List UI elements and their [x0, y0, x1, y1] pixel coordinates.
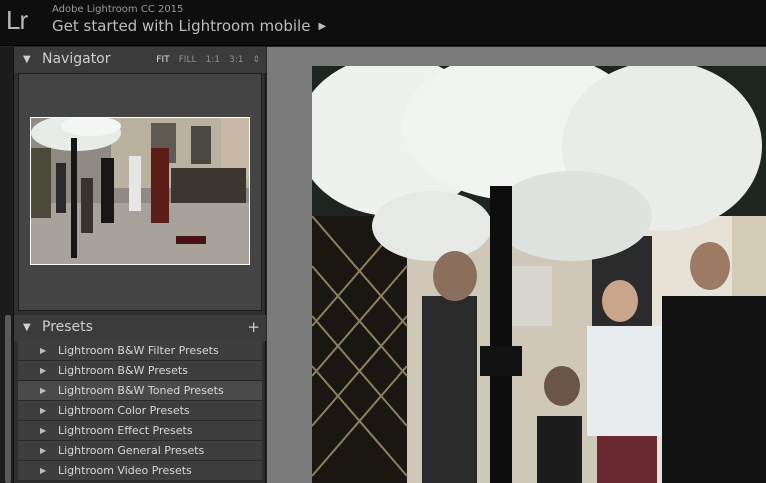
collapse-triangle-icon[interactable]: ▼: [23, 322, 31, 333]
zoom-1-1-option[interactable]: 1:1: [205, 55, 219, 65]
expand-triangle-icon[interactable]: ▶: [40, 366, 46, 375]
preset-folder-label: Lightroom General Presets: [58, 444, 205, 457]
preset-folder-color[interactable]: ▶ Lightroom Color Presets: [18, 401, 262, 421]
zoom-fill-option[interactable]: FILL: [179, 55, 197, 65]
zoom-dropdown-icon[interactable]: ⇕: [252, 55, 260, 65]
mobile-promo-label: Get started with Lightroom mobile: [52, 17, 311, 35]
add-preset-icon[interactable]: +: [247, 318, 260, 336]
expand-triangle-icon[interactable]: ▶: [40, 386, 46, 395]
navigator-preview-area: [18, 73, 262, 311]
expand-triangle-icon[interactable]: ▶: [40, 346, 46, 355]
left-panel: ▼ Navigator FIT FILL 1:1 3:1 ⇕ ▼ Presets…: [14, 47, 266, 483]
left-panel-scrollbar[interactable]: [5, 315, 11, 483]
lightroom-logo: Lr: [6, 5, 28, 35]
preset-list: ▶ Lightroom B&W Filter Presets ▶ Lightro…: [18, 341, 262, 481]
preset-folder-label: Lightroom B&W Filter Presets: [58, 344, 219, 357]
play-arrow-icon: ▶: [318, 21, 327, 32]
street-scene-thumbnail-image: [31, 118, 249, 264]
presets-header[interactable]: ▼ Presets +: [14, 315, 266, 341]
expand-triangle-icon[interactable]: ▶: [40, 446, 46, 455]
expand-triangle-icon[interactable]: ▶: [40, 466, 46, 475]
zoom-fit-option[interactable]: FIT: [156, 55, 169, 65]
preset-folder-bw[interactable]: ▶ Lightroom B&W Presets: [18, 361, 262, 381]
main-canvas: [267, 47, 766, 483]
expand-triangle-icon[interactable]: ▶: [40, 406, 46, 415]
preset-folder-effect[interactable]: ▶ Lightroom Effect Presets: [18, 421, 262, 441]
collapse-triangle-icon[interactable]: ▼: [23, 54, 31, 65]
app-title: Adobe Lightroom CC 2015: [52, 4, 184, 15]
zoom-3-1-option[interactable]: 3:1: [229, 55, 243, 65]
presets-title: Presets: [42, 319, 93, 335]
preset-folder-video[interactable]: ▶ Lightroom Video Presets: [18, 461, 262, 481]
top-bar: Lr Adobe Lightroom CC 2015 Get started w…: [0, 0, 766, 46]
navigator-thumbnail[interactable]: [30, 117, 250, 265]
navigator-header[interactable]: ▼ Navigator FIT FILL 1:1 3:1 ⇕: [14, 47, 266, 73]
preset-folder-bw-filter[interactable]: ▶ Lightroom B&W Filter Presets: [18, 341, 262, 361]
preset-folder-label: Lightroom Video Presets: [58, 464, 192, 477]
preset-folder-label: Lightroom B&W Toned Presets: [58, 384, 224, 397]
mobile-promo-link[interactable]: Get started with Lightroom mobile ▶: [52, 17, 326, 35]
expand-triangle-icon[interactable]: ▶: [40, 426, 46, 435]
zoom-options: FIT FILL 1:1 3:1 ⇕: [147, 55, 260, 65]
preset-folder-label: Lightroom B&W Presets: [58, 364, 188, 377]
preset-folder-label: Lightroom Effect Presets: [58, 424, 193, 437]
main-photo-preview[interactable]: [312, 66, 766, 483]
preset-folder-label: Lightroom Color Presets: [58, 404, 190, 417]
street-musicians-photo: [312, 66, 766, 483]
navigator-title: Navigator: [42, 51, 111, 67]
preset-folder-bw-toned[interactable]: ▶ Lightroom B&W Toned Presets: [18, 381, 262, 401]
preset-folder-general[interactable]: ▶ Lightroom General Presets: [18, 441, 262, 461]
left-panel-edge: [0, 47, 14, 483]
